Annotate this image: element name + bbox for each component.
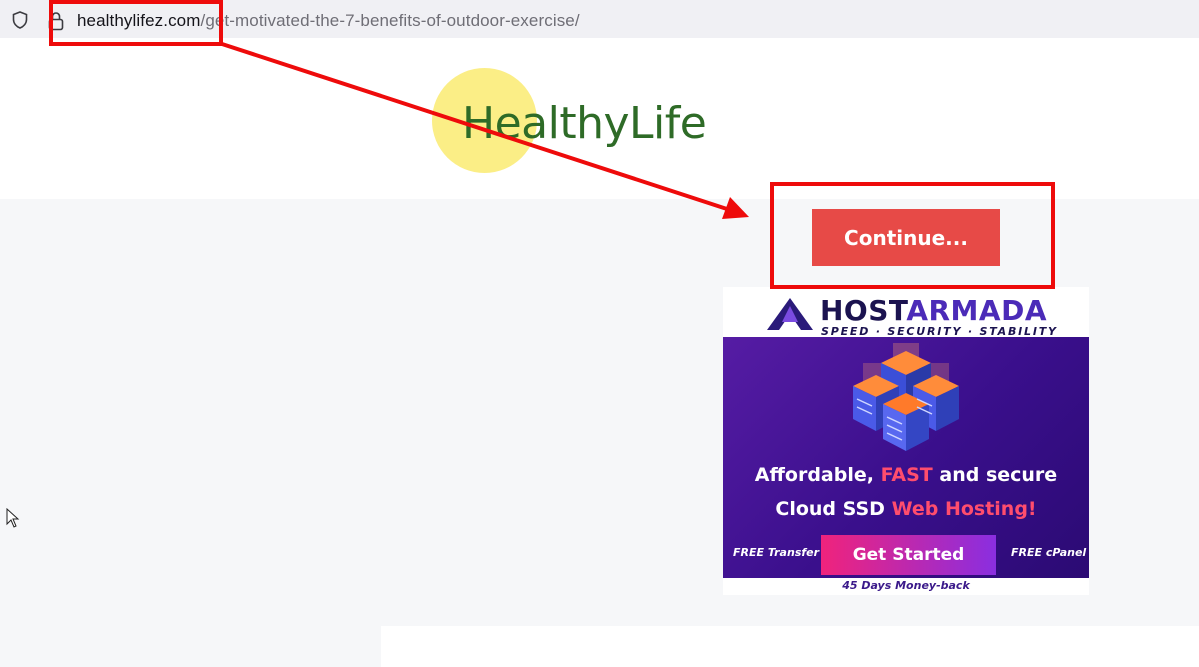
ad-brand-host: HOST <box>820 294 907 327</box>
ad-brand-name: HOSTARMADA <box>820 294 1047 327</box>
hostarmada-logo-icon <box>767 298 813 330</box>
ad-brand-armada: ARMADA <box>906 294 1048 327</box>
ad-line2-web-hosting: Web Hosting! <box>891 498 1037 520</box>
ad-line2-a: Cloud SSD <box>775 498 885 520</box>
ad-line1-fast: FAST <box>880 464 933 486</box>
shield-icon[interactable] <box>10 10 30 30</box>
ad-headline-line2: Cloud SSD Web Hosting! <box>723 498 1089 520</box>
content-area <box>381 626 1199 667</box>
annotation-box-continue <box>770 182 1055 289</box>
server-stack-illustration <box>853 343 959 451</box>
ad-headline-line1: Affordable, FAST and secure <box>723 464 1089 486</box>
site-logo[interactable]: HealthyLife <box>462 98 707 149</box>
get-started-button[interactable]: Get Started <box>821 535 996 575</box>
ad-tagline: SPEED · SECURITY · STABILITY <box>821 325 1058 338</box>
hostarmada-ad[interactable]: HOSTARMADA SPEED · SECURITY · STABILITY … <box>723 287 1089 595</box>
ad-free-transfer: FREE Transfer <box>733 546 820 559</box>
mouse-cursor-icon <box>6 508 20 528</box>
url-path: /get-motivated-the-7-benefits-of-outdoor… <box>200 11 580 30</box>
ad-free-cpanel: FREE cPanel <box>1011 546 1087 559</box>
ad-moneyback: 45 Days Money-back <box>723 578 1089 595</box>
ad-line1-a: Affordable, <box>754 464 874 486</box>
ad-line1-c: and secure <box>939 464 1058 486</box>
annotation-box-domain <box>49 0 223 46</box>
